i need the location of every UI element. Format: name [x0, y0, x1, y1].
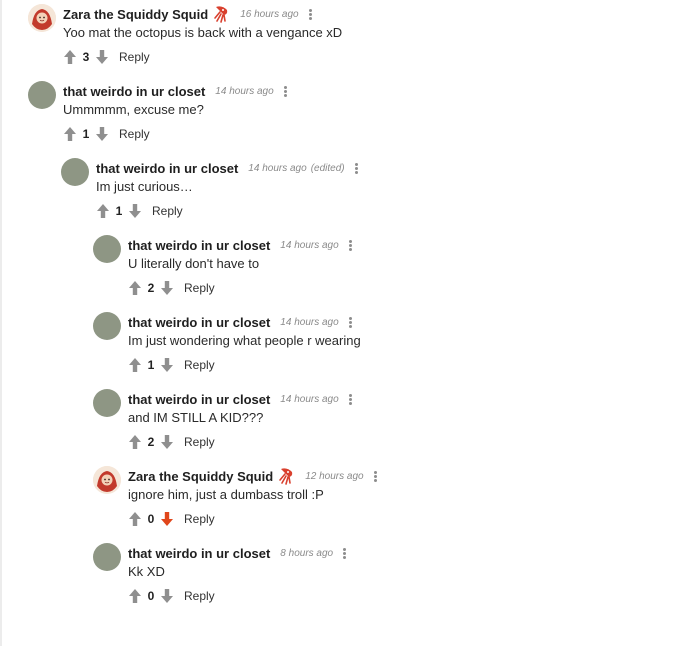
reply-button[interactable]: Reply	[184, 512, 215, 526]
timestamp: 16 hours ago	[240, 8, 299, 20]
comment-text: Yoo mat the octopus is back with a venga…	[63, 25, 343, 40]
vertical-dots-icon[interactable]	[348, 239, 352, 251]
timestamp: 14 hours ago	[215, 85, 274, 97]
author-name[interactable]: that weirdo in ur closet	[96, 161, 238, 176]
vote-score: 0	[147, 512, 155, 526]
timestamp: 8 hours ago	[280, 547, 334, 559]
author-name[interactable]: that weirdo in ur closet	[63, 84, 205, 99]
arrow-down-icon[interactable]	[160, 434, 174, 450]
comment-header: that weirdo in ur closet 14 hours ago	[128, 235, 352, 255]
arrow-down-icon[interactable]	[160, 511, 174, 527]
avatar[interactable]	[28, 81, 56, 109]
comment-header: Zara the Squiddy Squid 12 hours ago	[128, 466, 377, 486]
vote-score: 2	[147, 435, 155, 449]
arrow-down-icon[interactable]	[95, 126, 109, 142]
comment-actions: 2 Reply	[128, 280, 215, 296]
author-name[interactable]: that weirdo in ur closet	[128, 238, 270, 253]
comment-header: that weirdo in ur closet 8 hours ago	[128, 543, 347, 563]
arrow-down-icon[interactable]	[160, 588, 174, 604]
arrow-up-icon[interactable]	[128, 434, 142, 450]
avatar[interactable]	[61, 158, 89, 186]
arrow-up-icon[interactable]	[128, 357, 142, 373]
vote-score: 1	[115, 204, 123, 218]
comment-text: ignore him, just a dumbass troll :P	[128, 487, 324, 502]
thread-line	[0, 0, 2, 646]
arrow-up-icon[interactable]	[96, 203, 110, 219]
comment-header: that weirdo in ur closet 14 hours ago	[63, 81, 287, 101]
vote-score: 0	[147, 589, 155, 603]
arrow-down-icon[interactable]	[95, 49, 109, 65]
comment-actions: 1 Reply	[63, 126, 150, 142]
comment-text: U literally don't have to	[128, 256, 260, 271]
squid-flair-icon	[212, 5, 230, 23]
author-name[interactable]: that weirdo in ur closet	[128, 392, 270, 407]
vote-score: 1	[82, 127, 90, 141]
author-name[interactable]: Zara the Squiddy Squid	[128, 469, 273, 484]
comment-text: Kk XD	[128, 564, 165, 579]
comment-actions: 2 Reply	[128, 434, 215, 450]
vote-score: 1	[147, 358, 155, 372]
reply-button[interactable]: Reply	[184, 281, 215, 295]
comment-text: Im just curious…	[96, 179, 193, 194]
comment-actions: 0 Reply	[128, 511, 215, 527]
author-name[interactable]: that weirdo in ur closet	[128, 315, 270, 330]
vertical-dots-icon[interactable]	[348, 316, 352, 328]
comment-header: that weirdo in ur closet 14 hours ago	[128, 389, 352, 409]
vertical-dots-icon[interactable]	[348, 393, 352, 405]
vertical-dots-icon[interactable]	[343, 547, 347, 559]
arrow-down-icon[interactable]	[160, 280, 174, 296]
comment-text: and IM STILL A KID???	[128, 410, 264, 425]
comment-header: that weirdo in ur closet 14 hours ago	[128, 312, 352, 332]
avatar[interactable]	[93, 466, 121, 494]
reply-button[interactable]: Reply	[152, 204, 183, 218]
arrow-down-icon[interactable]	[160, 357, 174, 373]
arrow-up-icon[interactable]	[63, 126, 77, 142]
arrow-down-icon[interactable]	[128, 203, 142, 219]
comment-actions: 1 Reply	[96, 203, 183, 219]
vertical-dots-icon[interactable]	[373, 470, 377, 482]
avatar[interactable]	[28, 4, 56, 32]
squid-flair-icon	[277, 467, 295, 485]
timestamp: 12 hours ago	[305, 470, 364, 482]
comment-header: that weirdo in ur closet 14 hours ago (edi…	[96, 158, 358, 178]
timestamp: 14 hours ago	[280, 393, 339, 405]
comment-text: Im just wondering what people r wearing	[128, 333, 361, 348]
reply-button[interactable]: Reply	[119, 127, 150, 141]
author-name[interactable]: Zara the Squiddy Squid	[63, 7, 208, 22]
timestamp: 14 hours ago	[280, 239, 339, 251]
arrow-up-icon[interactable]	[128, 511, 142, 527]
comment-text: Ummmmm, excuse me?	[63, 102, 204, 117]
reply-button[interactable]: Reply	[184, 589, 215, 603]
reply-button[interactable]: Reply	[119, 50, 150, 64]
vertical-dots-icon[interactable]	[283, 85, 287, 97]
timestamp: 14 hours ago	[280, 316, 339, 328]
avatar[interactable]	[93, 312, 121, 340]
vertical-dots-icon[interactable]	[308, 8, 312, 20]
reply-button[interactable]: Reply	[184, 435, 215, 449]
reply-button[interactable]: Reply	[184, 358, 215, 372]
vote-score: 3	[82, 50, 90, 64]
vote-score: 2	[147, 281, 155, 295]
avatar[interactable]	[93, 235, 121, 263]
edited-label: (edited)	[310, 162, 345, 174]
author-name[interactable]: that weirdo in ur closet	[128, 546, 270, 561]
timestamp: 14 hours ago	[248, 162, 307, 174]
comment-actions: 1 Reply	[128, 357, 215, 373]
vertical-dots-icon[interactable]	[354, 162, 358, 174]
comment-header: Zara the Squiddy Squid 16 hours ago	[63, 4, 312, 24]
avatar[interactable]	[93, 543, 121, 571]
comment-actions: 0 Reply	[128, 588, 215, 604]
avatar[interactable]	[93, 389, 121, 417]
arrow-up-icon[interactable]	[128, 588, 142, 604]
arrow-up-icon[interactable]	[63, 49, 77, 65]
comment-actions: 3 Reply	[63, 49, 150, 65]
arrow-up-icon[interactable]	[128, 280, 142, 296]
